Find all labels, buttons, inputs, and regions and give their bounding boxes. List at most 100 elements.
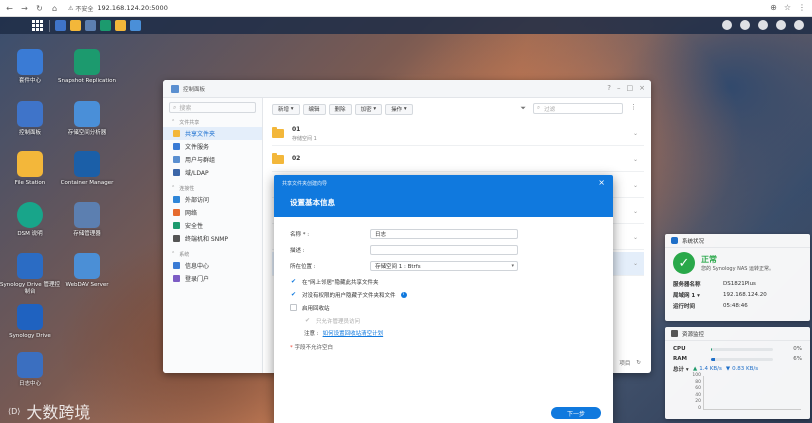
reload-icon[interactable]: ↻	[34, 3, 45, 14]
recycle-bin-note: 注意 : 如何设置回收站清空计划	[304, 329, 384, 337]
close-icon[interactable]: ×	[639, 84, 645, 92]
edit-button[interactable]: 编辑	[302, 103, 326, 115]
description-input[interactable]	[370, 245, 518, 255]
desktop-icon-control-panel[interactable]: 控制面板	[0, 101, 60, 137]
folder-icon	[272, 153, 284, 164]
hide-network-checkbox[interactable]: ✔ 在"网上邻居"隐藏此共享文件夹	[290, 275, 600, 288]
user-icon[interactable]	[758, 20, 768, 30]
browser-menu-icon[interactable]: ⋮	[798, 3, 806, 12]
main-menu-icon[interactable]	[32, 19, 44, 32]
desktop-icon-storage-manager[interactable]: 存储管理器	[57, 202, 117, 238]
desktop-icon-container-manager[interactable]: Container Manager	[57, 151, 117, 187]
bookmark-star-icon[interactable]: ☆	[784, 3, 791, 12]
refresh-icon[interactable]: ↻	[636, 360, 641, 366]
hide-subfolders-checkbox[interactable]: ✔ 对没有权限的用户隐藏子文件夹和文件 i	[290, 288, 600, 301]
desktop-icon-dsm-help[interactable]: DSM 说明	[0, 202, 60, 238]
filter-input[interactable]: ⌕ 过滤	[533, 103, 623, 114]
taskbar-storage-icon[interactable]	[85, 20, 96, 31]
wizard-header[interactable]: 共享文件夹创建向导 × 设置基本信息	[274, 175, 613, 217]
expand-chevron-icon[interactable]: ⌄	[633, 260, 638, 267]
drive-admin-icon	[17, 253, 43, 279]
share-row[interactable]: 01 存储空间 1 ⌄	[272, 122, 644, 146]
desktop-icon-snapshot[interactable]: Snapshot Replication	[57, 49, 117, 85]
name-input[interactable]: 日志	[370, 229, 518, 239]
sidebar-item-external-access[interactable]: 外部访问	[163, 193, 262, 206]
chat-icon[interactable]	[722, 20, 732, 30]
forward-icon[interactable]: →	[19, 3, 30, 14]
insecure-badge[interactable]: ⚠ 不安全	[68, 4, 93, 13]
checkbox-empty	[290, 304, 297, 311]
location-select[interactable]: 存储空间 1 : Btrfs ▾	[370, 261, 518, 271]
info-icon[interactable]: i	[400, 291, 407, 298]
sidebar-section-system[interactable]: ⌃ 系统	[163, 249, 262, 259]
sidebar-search-input[interactable]: ⌕ 搜索	[169, 102, 256, 113]
shield-icon	[671, 237, 678, 244]
more-options-icon[interactable]: ⋮	[630, 103, 637, 111]
chart-area	[703, 376, 801, 410]
create-button[interactable]: 新增 ▾	[272, 103, 300, 115]
sidebar-item-login-portal[interactable]: 登录门户	[163, 272, 262, 285]
sidebar-item-users-groups[interactable]: 用户与群组	[163, 153, 262, 166]
item-count-label: 项目	[619, 361, 631, 367]
action-button[interactable]: 操作 ▾	[385, 103, 413, 115]
sidebar-item-network[interactable]: 网络	[163, 206, 262, 219]
sidebar-item-terminal-snmp[interactable]: 终端机和 SNMP	[163, 232, 262, 245]
address-bar[interactable]: 192.168.124.20:5000	[97, 4, 167, 12]
delete-button[interactable]: 删除	[328, 103, 352, 115]
admin-only-checkbox[interactable]: ✔ 只允许管理员访问	[290, 314, 600, 327]
next-button[interactable]: 下一步	[551, 407, 601, 419]
sidebar-item-domain-ldap[interactable]: 域/LDAP	[163, 166, 262, 179]
desktop-icon-synology-drive[interactable]: Synology Drive	[0, 304, 60, 340]
zoom-icon[interactable]: ⊕	[770, 3, 777, 12]
desktop-icon-log-center[interactable]: 日志中心	[0, 352, 60, 388]
desktop-icon-webdav[interactable]: WebDAV Server	[57, 253, 117, 289]
enable-recycle-bin-checkbox[interactable]: 启用回收站	[290, 301, 600, 314]
window-titlebar[interactable]: 控制面板	[163, 80, 651, 98]
wizard-step-title: 设置基本信息	[290, 198, 335, 207]
minimize-icon[interactable]: –	[617, 84, 621, 92]
name-row: 名称 * : 日志	[290, 227, 600, 241]
maximize-icon[interactable]: □	[627, 84, 634, 92]
expand-chevron-icon[interactable]: ⌄	[633, 156, 638, 163]
share-row[interactable]: 02 ⌄	[272, 148, 644, 172]
expand-chevron-icon[interactable]: ⌄	[633, 182, 638, 189]
search-icon: ⌕	[173, 103, 177, 111]
desktop-icon-drive-admin[interactable]: Synology Drive 管理控制台	[0, 253, 60, 295]
expand-chevron-icon[interactable]: ⌄	[633, 234, 638, 241]
help-icon[interactable]: ?	[607, 84, 611, 92]
sidebar-item-shared-folder[interactable]: 共享文件夹	[163, 127, 262, 140]
back-icon[interactable]: ←	[4, 3, 15, 14]
collapse-chevron-icon: ⌃	[171, 119, 176, 125]
control-panel-sidebar: ⌕ 搜索 ⌃ 文件共享 共享文件夹 文件服务 用户与群组 域/LDAP ⌃ 连接…	[163, 98, 263, 373]
encrypt-button[interactable]: 加密 ▾	[354, 103, 383, 115]
sidebar-item-file-services[interactable]: 文件服务	[163, 140, 262, 153]
required-field-note: * 字段不允许空白	[290, 345, 334, 351]
recycle-bin-schedule-link[interactable]: 如何设置回收站清空计划	[323, 329, 384, 337]
taskbar-snapshot-icon[interactable]	[100, 20, 111, 31]
users-icon	[173, 156, 180, 163]
warning-icon: ⚠	[68, 4, 74, 12]
search-icon[interactable]	[776, 20, 786, 30]
desktop-icon-file-station[interactable]: File Station	[0, 151, 60, 187]
notification-icon[interactable]	[740, 20, 750, 30]
home-icon[interactable]: ⌂	[49, 3, 60, 14]
storage-manager-icon	[74, 202, 100, 228]
login-portal-icon	[173, 275, 180, 282]
resource-monitor-icon	[671, 330, 678, 337]
sidebar-item-info-center[interactable]: 信息中心	[163, 259, 262, 272]
expand-chevron-icon[interactable]: ⌄	[633, 130, 638, 137]
expand-chevron-icon[interactable]: ⌄	[633, 208, 638, 215]
taskbar-control-panel-icon[interactable]	[55, 20, 66, 31]
sidebar-section-connectivity[interactable]: ⌃ 连接性	[163, 183, 262, 193]
widgets-icon[interactable]	[794, 20, 804, 30]
taskbar-file-station-icon[interactable]	[70, 20, 81, 31]
taskbar-analyzer-icon[interactable]	[130, 20, 141, 31]
collapse-chevron-icon: ⌃	[171, 185, 176, 191]
desktop-icon-package-center[interactable]: 套件中心	[0, 49, 60, 85]
sidebar-section-file-sharing[interactable]: ⌃ 文件共享	[163, 117, 262, 127]
sidebar-item-security[interactable]: 安全性	[163, 219, 262, 232]
filter-icon[interactable]: ⏷	[520, 104, 526, 113]
desktop-icon-storage-analyzer[interactable]: 存储空间分析器	[57, 101, 117, 137]
close-icon[interactable]: ×	[598, 178, 605, 187]
taskbar-folder-icon[interactable]	[115, 20, 126, 31]
